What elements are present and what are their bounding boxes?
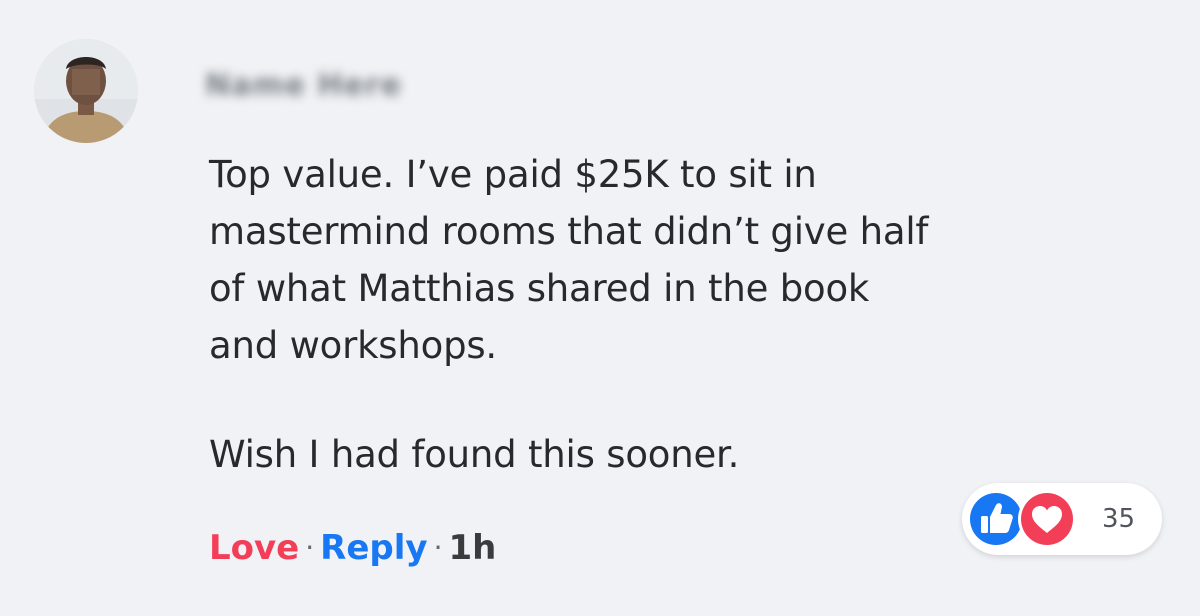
comment-paragraph: Top value. I’ve paid $25K to sit in mast… [209, 153, 929, 367]
comment-actions: Love · Reply · 1h [209, 522, 496, 574]
love-icon [1016, 488, 1078, 550]
comment-text: Top value. I’ve paid $25K to sit in mast… [209, 146, 1109, 483]
separator-dot: · [433, 531, 443, 564]
reaction-count: 35 [1102, 504, 1136, 534]
comment: Name Here Top value. I’ve paid $25K to s… [0, 0, 1200, 616]
separator-dot: · [305, 531, 315, 564]
reactions-summary[interactable]: 35 [962, 483, 1162, 555]
author-name[interactable]: Name Here [205, 66, 461, 106]
avatar[interactable] [34, 39, 138, 143]
timestamp[interactable]: 1h [448, 522, 496, 574]
love-reaction-link[interactable]: Love [209, 522, 299, 574]
reply-link[interactable]: Reply [320, 522, 427, 574]
comment-paragraph: Wish I had found this sooner. [209, 433, 740, 476]
